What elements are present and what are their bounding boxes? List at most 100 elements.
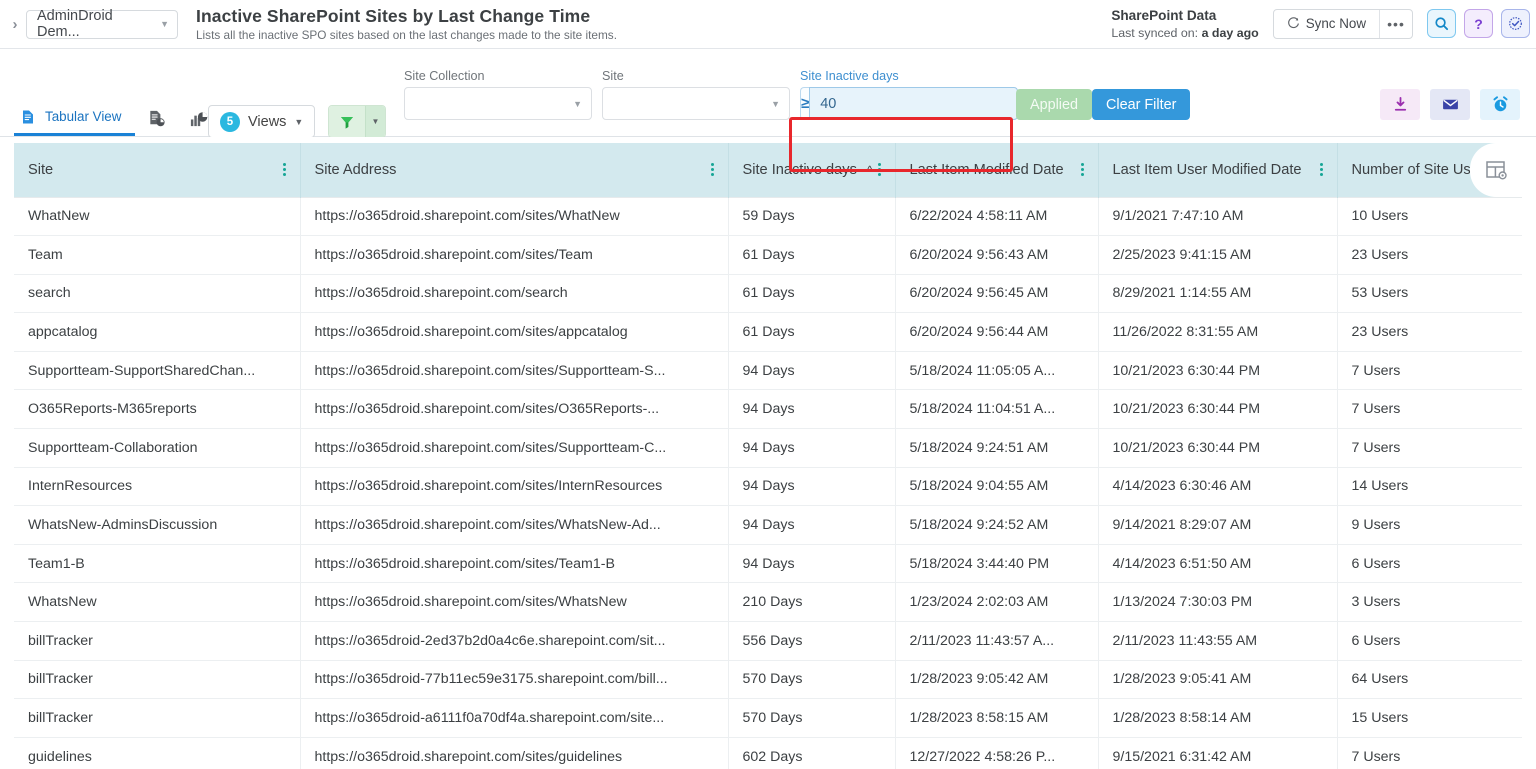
column-menu-icon[interactable] — [711, 163, 714, 176]
cell-last-item-user-modified-date: 11/26/2022 8:31:55 AM — [1098, 313, 1337, 352]
funnel-icon[interactable] — [329, 106, 365, 137]
sync-status: SharePoint Data Last synced on: a day ag… — [1111, 7, 1258, 41]
cell-site-address: https://o365droid.sharepoint.com/sites/g… — [300, 737, 728, 769]
help-icon[interactable]: ? — [1464, 9, 1493, 38]
operator-button[interactable]: ≥ — [800, 87, 809, 120]
org-selector[interactable]: AdminDroid Dem... ▼ — [26, 10, 178, 39]
cell-site: Team — [14, 236, 300, 275]
site-collection-select[interactable]: ▼ — [404, 87, 592, 120]
views-button[interactable]: 5 Views ▼ — [208, 105, 315, 138]
sync-overflow-button[interactable]: ••• — [1379, 10, 1412, 38]
column-menu-icon[interactable] — [283, 163, 286, 176]
sync-source-label: SharePoint Data — [1111, 7, 1258, 25]
column-header-last-item-modified-date[interactable]: Last Item Modified Date — [895, 143, 1098, 197]
applied-button[interactable]: Applied — [1016, 89, 1092, 120]
cell-site-address: https://o365droid.sharepoint.com/sites/a… — [300, 313, 728, 352]
cell-last-item-modified-date: 5/18/2024 9:24:52 AM — [895, 506, 1098, 545]
cell-site-address: https://o365droid.sharepoint.com/sites/S… — [300, 429, 728, 468]
column-header-site[interactable]: Site — [14, 143, 300, 197]
chevron-right-icon[interactable]: › — [4, 9, 26, 39]
cell-number-of-site-users: 3 Users — [1337, 583, 1522, 622]
site-inactive-days-input[interactable] — [809, 87, 1018, 120]
tab-tabular-view-label: Tabular View — [45, 109, 121, 124]
column-menu-icon[interactable] — [878, 163, 881, 176]
app-header: › AdminDroid Dem... ▼ Inactive SharePoin… — [0, 0, 1536, 49]
sync-button-group: Sync Now ••• — [1273, 9, 1413, 39]
table-row[interactable]: searchhttps://o365droid.sharepoint.com/s… — [14, 274, 1522, 313]
table-row[interactable]: Supportteam-SupportSharedChan...https://… — [14, 351, 1522, 390]
table-row[interactable]: guidelineshttps://o365droid.sharepoint.c… — [14, 737, 1522, 769]
table-row[interactable]: WhatNewhttps://o365droid.sharepoint.com/… — [14, 197, 1522, 236]
table-row[interactable]: Supportteam-Collaborationhttps://o365dro… — [14, 429, 1522, 468]
cell-site-inactive-days: 94 Days — [728, 544, 895, 583]
cell-site: search — [14, 274, 300, 313]
table-row[interactable]: Team1-Bhttps://o365droid.sharepoint.com/… — [14, 544, 1522, 583]
sync-zone: SharePoint Data Last synced on: a day ag… — [1111, 7, 1536, 41]
column-settings-icon[interactable] — [1470, 143, 1522, 197]
toolbar: Tabular View 5 Views ▼ — [0, 49, 1536, 137]
table-row[interactable]: O365Reports-M365reportshttps://o365droid… — [14, 390, 1522, 429]
cell-site: Supportteam-SupportSharedChan... — [14, 351, 300, 390]
title-zone: Inactive SharePoint Sites by Last Change… — [196, 6, 1111, 43]
site-select[interactable]: ▼ — [602, 87, 790, 120]
column-menu-icon[interactable] — [1320, 163, 1323, 176]
last-synced-value: a day ago — [1202, 26, 1259, 40]
cell-number-of-site-users: 23 Users — [1337, 236, 1522, 275]
check-circle-icon[interactable] — [1501, 9, 1530, 38]
sync-now-button[interactable]: Sync Now — [1274, 10, 1379, 38]
site-collection-label: Site Collection — [404, 69, 592, 83]
breadcrumb: › AdminDroid Dem... ▼ — [0, 9, 178, 39]
cell-site: InternResources — [14, 467, 300, 506]
cell-site: billTracker — [14, 622, 300, 661]
cell-last-item-modified-date: 6/20/2024 9:56:44 AM — [895, 313, 1098, 352]
toolbar-actions — [1380, 89, 1520, 120]
report-doc-icon[interactable] — [135, 100, 177, 136]
table-header: Site Site Address — [14, 143, 1522, 197]
cell-site-inactive-days: 61 Days — [728, 236, 895, 275]
inactive-sites-table: Site Site Address — [14, 143, 1522, 769]
table-row[interactable]: billTrackerhttps://o365droid-2ed37b2d0a4… — [14, 622, 1522, 661]
cell-last-item-modified-date: 2/11/2023 11:43:57 A... — [895, 622, 1098, 661]
schedule-alarm-icon[interactable] — [1480, 89, 1520, 120]
cell-last-item-modified-date: 6/22/2024 4:58:11 AM — [895, 197, 1098, 236]
clear-filter-button[interactable]: Clear Filter — [1092, 89, 1190, 120]
table-row[interactable]: billTrackerhttps://o365droid-77b11ec59e3… — [14, 660, 1522, 699]
cell-site-address: https://o365droid.sharepoint.com/sites/T… — [300, 236, 728, 275]
filter-dropdown-caret-icon[interactable]: ▼ — [365, 106, 385, 137]
table-row[interactable]: InternResourceshttps://o365droid.sharepo… — [14, 467, 1522, 506]
column-header-site-address-label: Site Address — [315, 162, 397, 178]
email-icon[interactable] — [1430, 89, 1470, 120]
cell-number-of-site-users: 7 Users — [1337, 737, 1522, 769]
cell-last-item-user-modified-date: 8/29/2021 1:14:55 AM — [1098, 274, 1337, 313]
column-header-last-item-user-modified-date[interactable]: Last Item User Modified Date — [1098, 143, 1337, 197]
cell-last-item-user-modified-date: 4/14/2023 6:51:50 AM — [1098, 544, 1337, 583]
table-body: WhatNewhttps://o365droid.sharepoint.com/… — [14, 197, 1522, 769]
cell-number-of-site-users: 14 Users — [1337, 467, 1522, 506]
table-row[interactable]: WhatsNewhttps://o365droid.sharepoint.com… — [14, 583, 1522, 622]
column-header-site-address[interactable]: Site Address — [300, 143, 728, 197]
search-icon[interactable] — [1427, 9, 1456, 38]
cell-last-item-user-modified-date: 1/28/2023 9:05:41 AM — [1098, 660, 1337, 699]
table-row[interactable]: appcataloghttps://o365droid.sharepoint.c… — [14, 313, 1522, 352]
download-icon[interactable] — [1380, 89, 1420, 120]
cell-last-item-modified-date: 5/18/2024 9:24:51 AM — [895, 429, 1098, 468]
cell-site-inactive-days: 94 Days — [728, 429, 895, 468]
table-row[interactable]: Teamhttps://o365droid.sharepoint.com/sit… — [14, 236, 1522, 275]
cell-site-address: https://o365droid-a6111f0a70df4a.sharepo… — [300, 699, 728, 738]
table-row[interactable]: billTrackerhttps://o365droid-a6111f0a70d… — [14, 699, 1522, 738]
cell-site-address: https://o365droid.sharepoint.com/sites/T… — [300, 544, 728, 583]
data-table-container: Site Site Address — [0, 137, 1536, 769]
cell-number-of-site-users: 6 Users — [1337, 622, 1522, 661]
sort-ascending-icon[interactable]: ^ — [867, 164, 873, 176]
cell-site: WhatsNew-AdminsDiscussion — [14, 506, 300, 545]
last-synced-prefix: Last synced on: — [1111, 26, 1198, 40]
table-row[interactable]: WhatsNew-AdminsDiscussionhttps://o365dro… — [14, 506, 1522, 545]
site-inactive-days-label: Site Inactive days — [800, 69, 1004, 83]
views-label: Views — [248, 114, 286, 130]
cell-site: WhatNew — [14, 197, 300, 236]
filter-button-group: ▼ — [328, 105, 386, 138]
column-menu-icon[interactable] — [1081, 163, 1084, 176]
tab-tabular-view[interactable]: Tabular View — [14, 100, 135, 136]
cell-last-item-user-modified-date: 9/14/2021 8:29:07 AM — [1098, 506, 1337, 545]
column-header-site-inactive-days[interactable]: Site Inactive days ^ — [728, 143, 895, 197]
